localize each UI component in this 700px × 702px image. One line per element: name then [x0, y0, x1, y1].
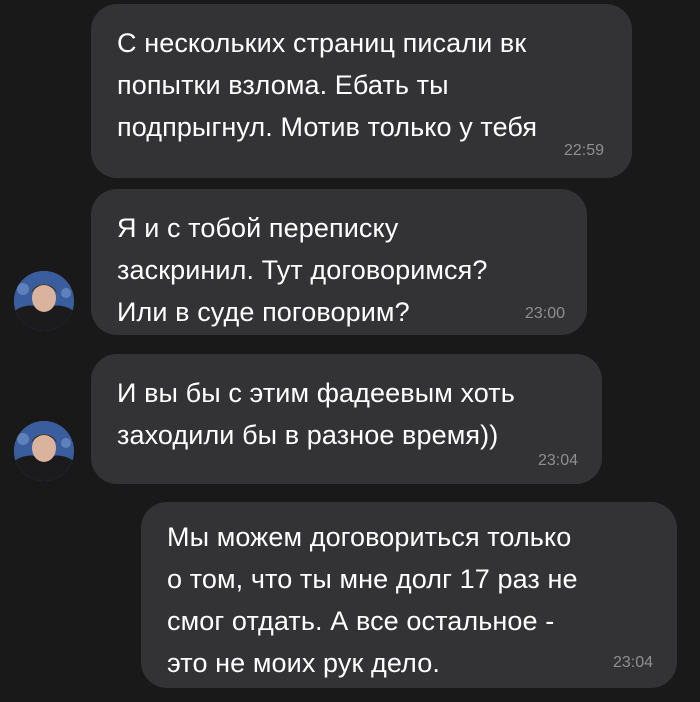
avatar[interactable] [14, 271, 74, 331]
message-time: 22:59 [563, 142, 604, 159]
message-bubble[interactable]: Мы можем договориться только о том, что … [141, 502, 677, 688]
message-bubble[interactable]: И вы бы с этим фадеевым хоть заходили бы… [91, 354, 602, 484]
message-bubble[interactable]: Я и с тобой переписку заскринил. Тут дог… [91, 189, 587, 335]
avatar-image [14, 271, 74, 331]
message-time: 23:04 [612, 654, 653, 671]
message-text: Я и с тобой переписку заскринил. Тут дог… [117, 213, 488, 327]
avatar-image [14, 421, 74, 481]
message-text: И вы бы с этим фадеевым хоть заходили бы… [117, 378, 515, 450]
avatar[interactable] [14, 421, 74, 481]
message-bubble[interactable]: С нескольких страниц писали вк попытки в… [91, 4, 632, 178]
message-text: Мы можем договориться только о том, что … [167, 522, 578, 678]
message-time: 23:00 [524, 305, 565, 322]
message-text: С нескольких страниц писали вк попытки в… [117, 28, 538, 142]
message-time: 23:04 [537, 452, 578, 469]
chat-thread: С нескольких страниц писали вк попытки в… [0, 0, 700, 702]
